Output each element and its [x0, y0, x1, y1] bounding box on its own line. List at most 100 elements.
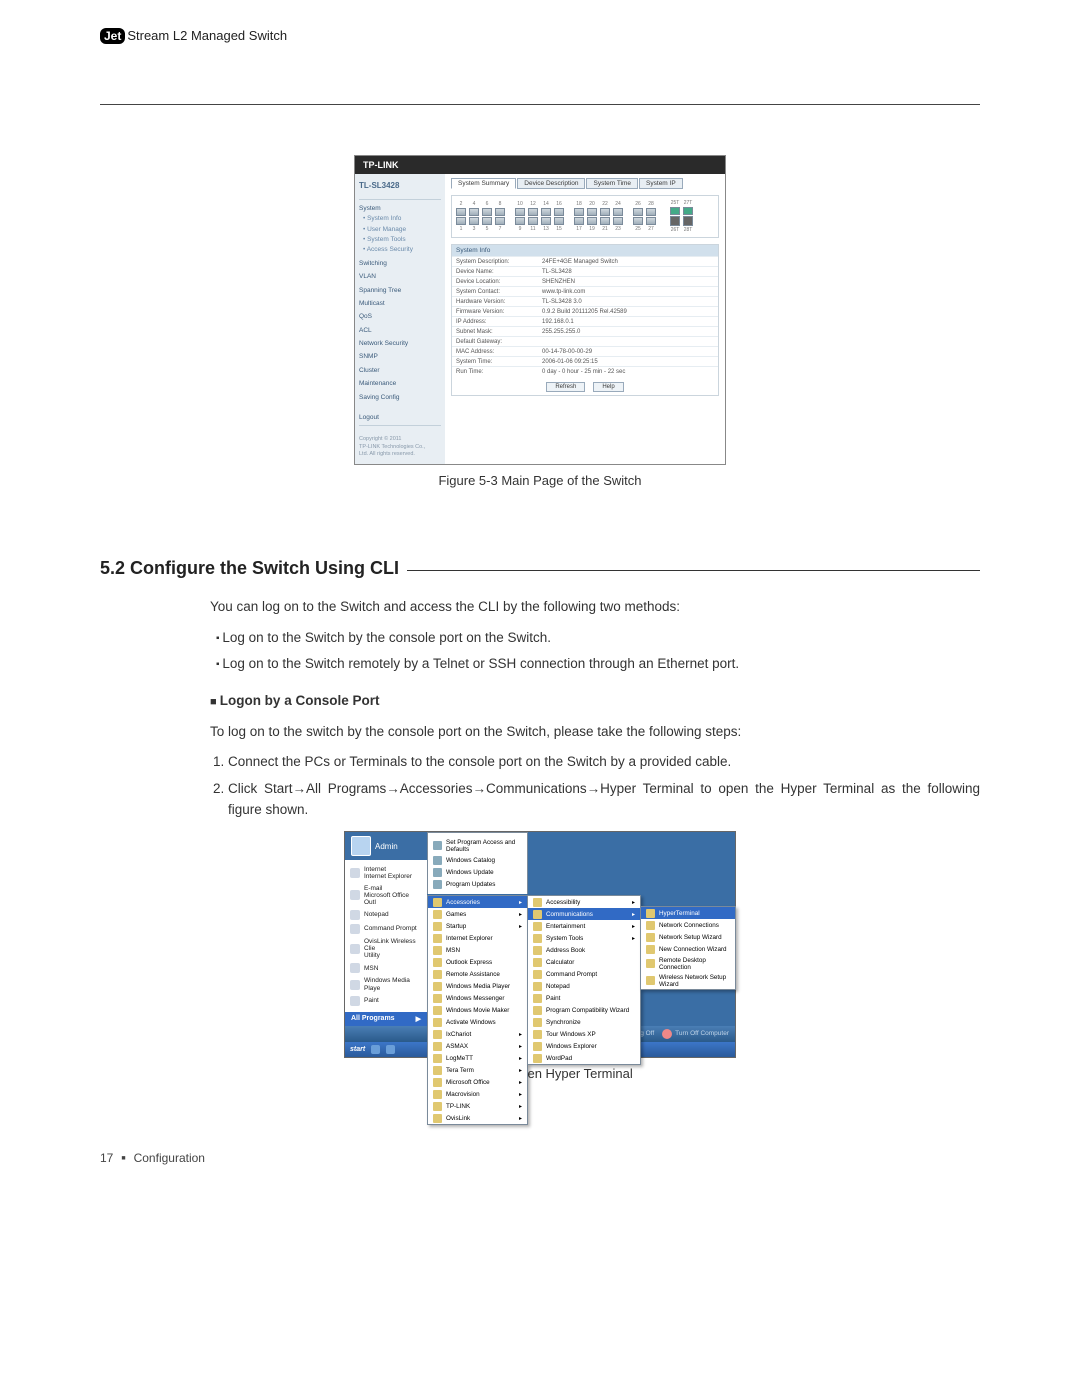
brand-logo: Jet	[100, 28, 125, 44]
menu-item: Address Book	[528, 944, 640, 956]
menu-item: Tour Windows XP	[528, 1028, 640, 1040]
figure-switch-main-page: TP-LINK TL-SL3428 System • System Info •…	[354, 155, 726, 465]
section-heading-text: 5.2 Configure the Switch Using CLI	[100, 558, 399, 579]
section-heading: 5.2 Configure the Switch Using CLI	[100, 558, 980, 579]
menu-item: TP-LINK▸	[428, 1100, 527, 1112]
sidebar-item: QoS	[359, 312, 441, 322]
menu-item: Windows Explorer	[528, 1040, 640, 1052]
shutdown-label: Turn Off Computer	[675, 1030, 729, 1037]
tab: System IP	[639, 178, 683, 189]
sidebar-item: ACL	[359, 326, 441, 336]
start-button: start	[350, 1046, 365, 1053]
sidebar-item: Maintenance	[359, 379, 441, 389]
sidebar-sub: • System Tools	[359, 235, 441, 245]
tab: System Time	[586, 178, 638, 189]
figure-5-4-caption: Figure 5-4 Open Hyper Terminal	[100, 1066, 980, 1081]
menu-item: Tera Term▸	[428, 1064, 527, 1076]
menu-item: Set Program Access and Defaults	[428, 837, 527, 854]
menu-item: Notepad	[528, 980, 640, 992]
menu-item: Network Setup Wizard	[641, 931, 735, 943]
menu-item: Program Updates	[428, 878, 527, 890]
help-button: Help	[593, 382, 623, 392]
menu-item: Network Connections	[641, 919, 735, 931]
sidebar-item: SNMP	[359, 352, 441, 362]
menu-item: Games▸	[428, 908, 527, 920]
menu-item: IxChariot▸	[428, 1028, 527, 1040]
bullet-item: Log on to the Switch by the console port…	[216, 628, 980, 649]
menu-item: WordPad	[528, 1052, 640, 1064]
pinned-item: Notepad	[345, 908, 427, 922]
menu-item: Accessibility▸	[528, 896, 640, 908]
info-row: IP Address:192.168.0.1	[452, 316, 718, 326]
menu-item: Wireless Network Setup Wizard	[641, 972, 735, 989]
info-row: Firmware Version:0.9.2 Build 20111205 Re…	[452, 306, 718, 316]
menu-item: Accessories▸	[428, 896, 527, 908]
sidebar-item: Multicast	[359, 299, 441, 309]
sidebar-item: Cluster	[359, 366, 441, 376]
bullet-item: Log on to the Switch remotely by a Telne…	[216, 654, 980, 675]
shutdown-icon	[662, 1029, 672, 1039]
subheading: Logon by a Console Port	[210, 691, 980, 712]
sub-intro: To log on to the switch by the console p…	[210, 722, 980, 743]
info-row: Default Gateway:	[452, 336, 718, 346]
info-row: System Contact:www.tp-link.com	[452, 286, 718, 296]
avatar-icon	[351, 836, 371, 856]
menu-item: Activate Windows	[428, 1016, 527, 1028]
pinned-item: E-mail Microsoft Office Outl	[345, 883, 427, 908]
fig1-sidebar: TL-SL3428 System • System Info • User Ma…	[355, 174, 445, 464]
info-row: Device Location:SHENZHEN	[452, 276, 718, 286]
tray-icon	[371, 1045, 380, 1054]
menu-item: Microsoft Office▸	[428, 1076, 527, 1088]
menu-item: New Connection Wizard	[641, 943, 735, 955]
step-item: Click Start→All Programs→Accessories→Com…	[228, 779, 980, 821]
sidebar-item: Switching	[359, 259, 441, 269]
refresh-button: Refresh	[546, 382, 585, 392]
pinned-item: Paint	[345, 994, 427, 1008]
pinned-item: Internet Internet Explorer	[345, 864, 427, 882]
sidebar-sub: • Access Security	[359, 245, 441, 255]
footer-label: Configuration	[134, 1151, 205, 1165]
info-row: Hardware Version:TL-SL3428 3.0	[452, 296, 718, 306]
menu-item: Program Compatibility Wizard	[528, 1004, 640, 1016]
menu-item: OvisLink▸	[428, 1112, 527, 1124]
section-intro: You can log on to the Switch and access …	[210, 597, 980, 618]
sidebar-item: System	[359, 204, 441, 214]
footer-bullet-icon	[121, 1151, 125, 1165]
sidebar-item: Network Security	[359, 339, 441, 349]
menu-item: ASMAX▸	[428, 1040, 527, 1052]
menu-item: Communications▸	[528, 908, 640, 920]
sidebar-copyright: Copyright © 2011 TP-LINK Technologies Co…	[359, 436, 441, 457]
sidebar-logout: Logout	[359, 413, 441, 426]
menu-item: Windows Messenger	[428, 992, 527, 1004]
menu-item: Windows Update	[428, 866, 527, 878]
menu-item: System Tools▸	[528, 932, 640, 944]
menu-item: LogMeTT▸	[428, 1052, 527, 1064]
info-row: Subnet Mask:255.255.255.0	[452, 326, 718, 336]
tab: Device Description	[517, 178, 585, 189]
info-row: System Description:24FE+4GE Managed Swit…	[452, 256, 718, 266]
page-number: 17	[100, 1151, 113, 1165]
info-header: System Info	[452, 245, 718, 256]
menu-item: Windows Movie Maker	[428, 1004, 527, 1016]
figure-5-3-caption: Figure 5-3 Main Page of the Switch	[100, 473, 980, 488]
fig1-model: TL-SL3428	[359, 180, 441, 200]
menu-item: Macrovision▸	[428, 1088, 527, 1100]
sidebar-item: VLAN	[359, 272, 441, 282]
page-footer: 17 Configuration	[100, 1151, 980, 1165]
page-header: JetStream L2 Managed Switch	[100, 28, 980, 44]
fig1-brandbar: TP-LINK	[355, 156, 725, 174]
menu-item: Windows Media Player	[428, 980, 527, 992]
menu-item: Calculator	[528, 956, 640, 968]
brand-suffix: Stream	[127, 28, 169, 43]
heading-rule	[407, 570, 980, 571]
menu-item: Outlook Express	[428, 956, 527, 968]
all-programs: All Programs▶	[345, 1012, 427, 1026]
menu-item: Internet Explorer	[428, 932, 527, 944]
pinned-item: OvisLink Wireless Clie Utility	[345, 936, 427, 961]
pinned-item: MSN	[345, 961, 427, 975]
pinned-item: Command Prompt	[345, 922, 427, 936]
system-info-box: System Info System Description:24FE+4GE …	[451, 244, 719, 396]
user-name: Admin	[375, 842, 398, 851]
menu-item: Command Prompt	[528, 968, 640, 980]
info-row: Device Name:TL-SL3428	[452, 266, 718, 276]
